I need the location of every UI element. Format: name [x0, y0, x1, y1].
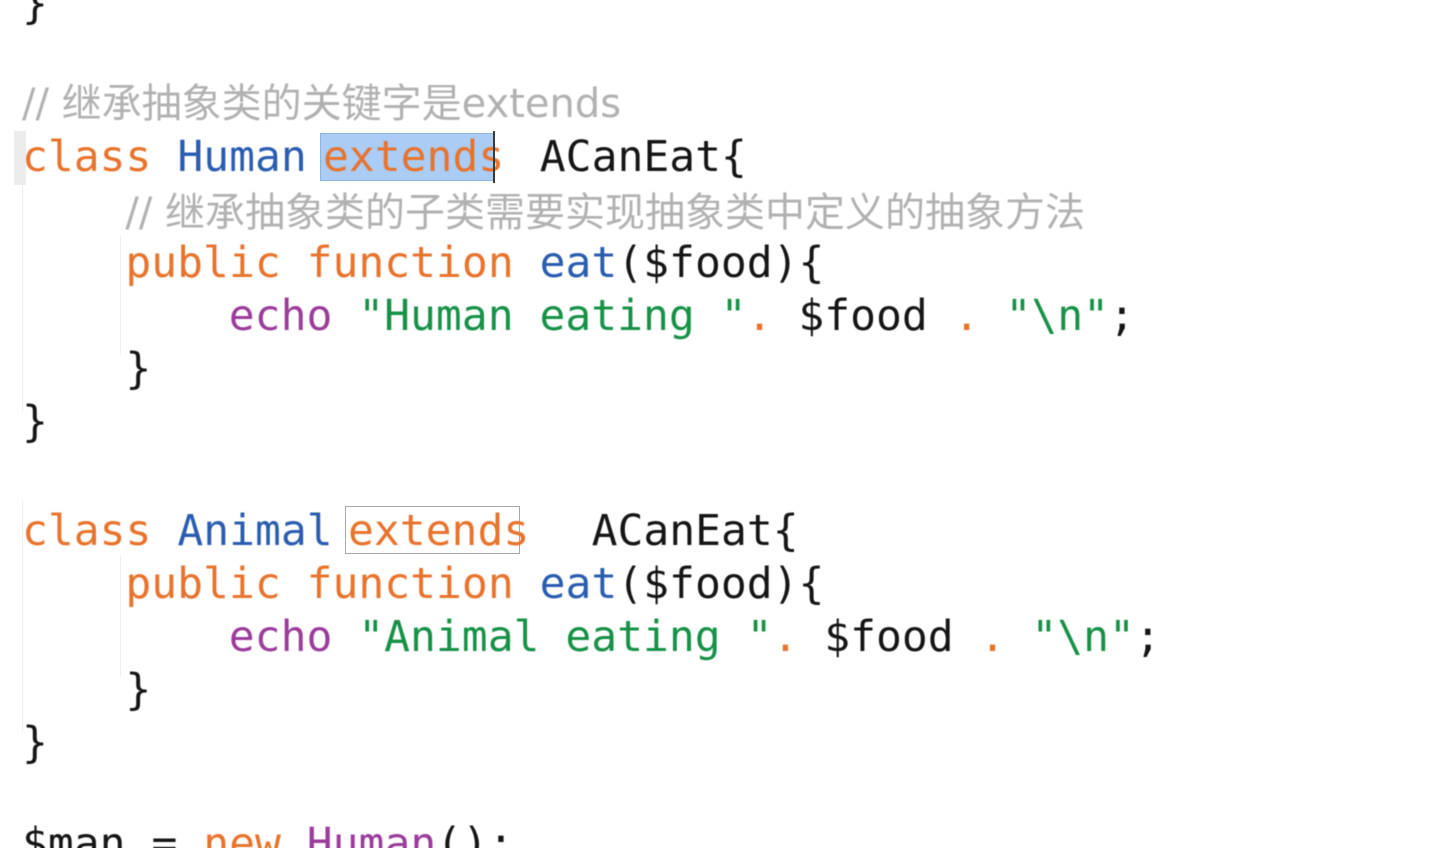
- highlighted-token-layer: extends extends: [0, 0, 1440, 848]
- text-caret: [493, 131, 495, 183]
- code-token: extends: [323, 132, 505, 182]
- code-token: extends: [348, 506, 530, 556]
- code-editor[interactable]: }// 继承抽象类的关键字是extendsclass Human extends…: [0, 0, 1440, 848]
- extends-keyword-highlighted[interactable]: extends: [323, 131, 504, 184]
- extends-keyword-highlighted[interactable]: extends: [348, 505, 529, 558]
